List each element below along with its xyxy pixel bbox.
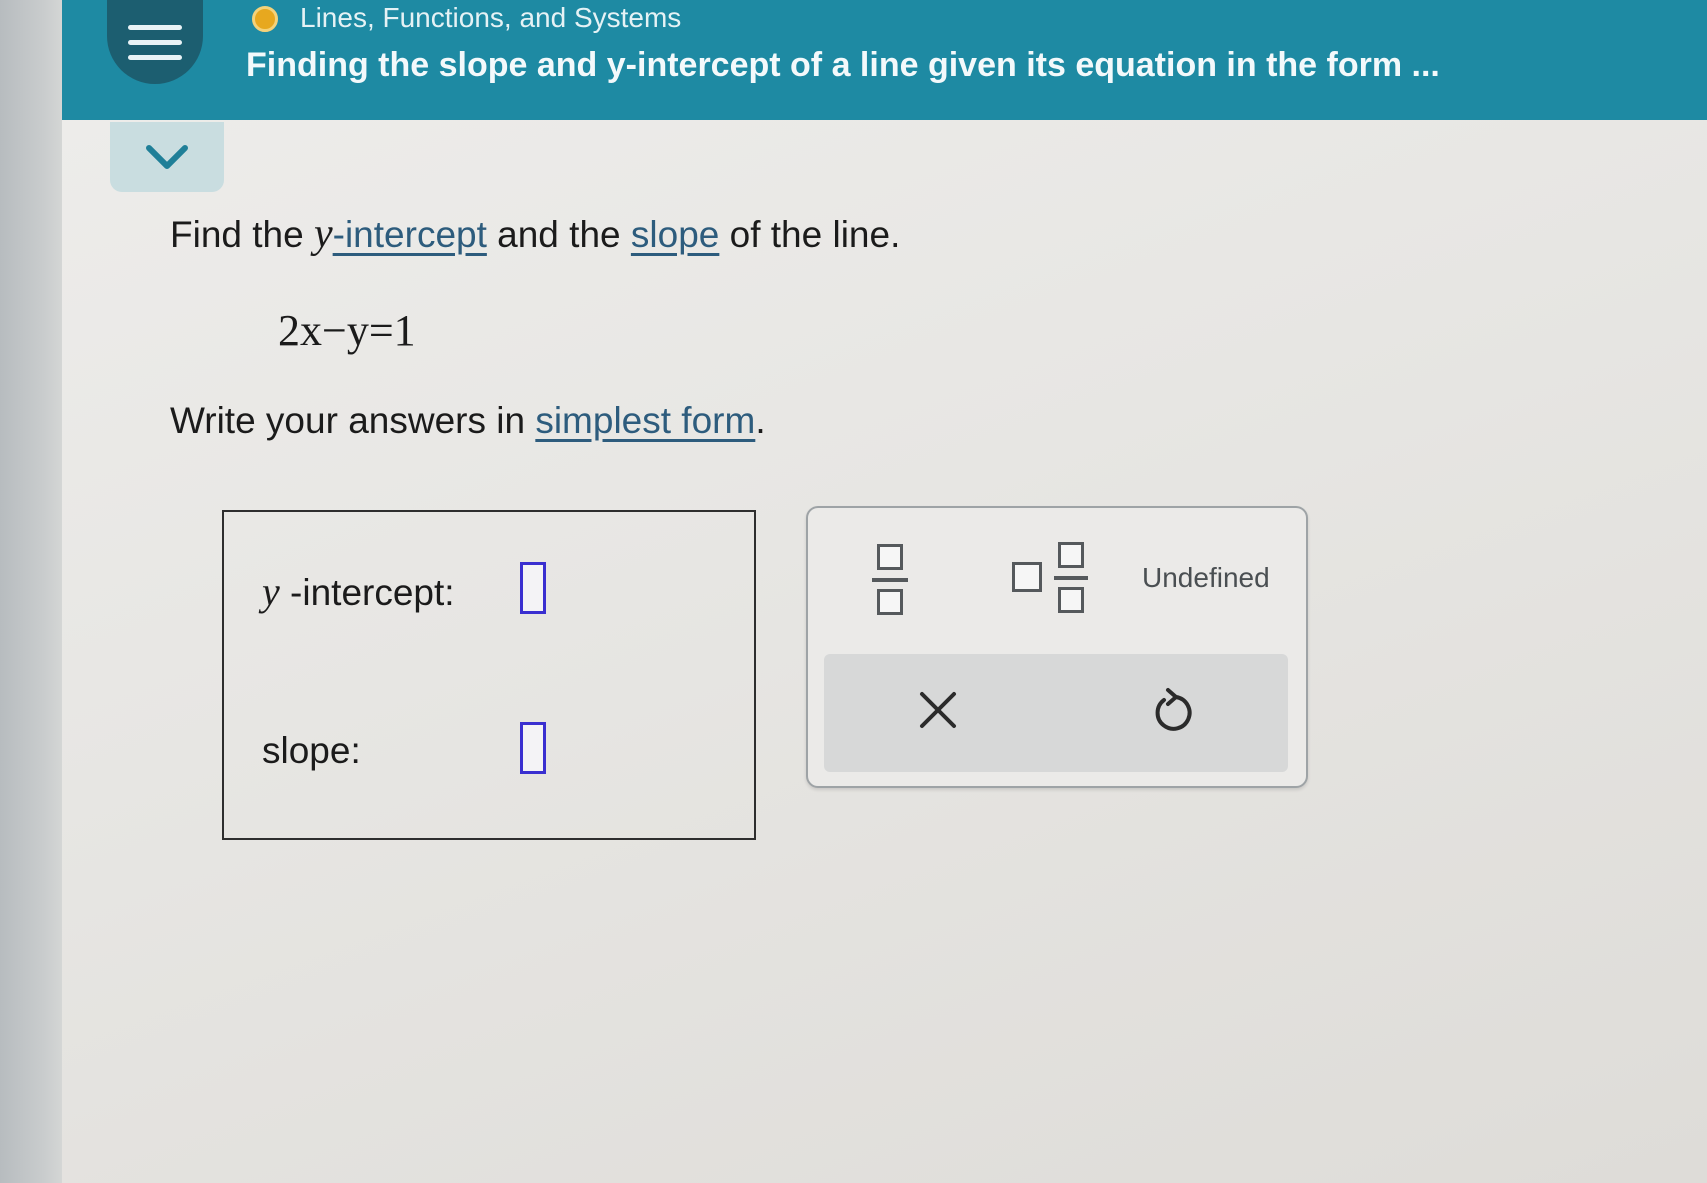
prompt-text: Find the bbox=[170, 214, 314, 255]
variable-y: y bbox=[313, 211, 333, 257]
intercept-label: y -intercept: bbox=[262, 568, 455, 615]
lesson-title: Finding the slope and y-intercept of a l… bbox=[246, 46, 1440, 84]
clear-icon bbox=[920, 692, 956, 728]
topic-title: Lines, Functions, and Systems bbox=[300, 2, 682, 33]
denominator-box bbox=[877, 589, 903, 615]
menu-icon-line bbox=[128, 39, 182, 45]
intercept-link[interactable]: -intercept bbox=[333, 214, 487, 255]
left-edge bbox=[0, 0, 62, 1183]
instruction: Write your answers in simplest form. bbox=[170, 400, 766, 442]
fraction-button[interactable] bbox=[872, 544, 908, 618]
equation: 2x−y=1 bbox=[278, 306, 416, 355]
undo-button[interactable] bbox=[1142, 680, 1202, 740]
slope-link[interactable]: slope bbox=[631, 214, 719, 255]
progress-dot-icon bbox=[252, 6, 278, 32]
slope-input[interactable] bbox=[520, 722, 546, 774]
prompt-text: and the bbox=[486, 214, 631, 255]
numerator-box bbox=[1058, 542, 1084, 568]
question-prompt: Find the y-intercept and the slope of th… bbox=[170, 210, 900, 258]
slope-label: slope: bbox=[262, 730, 361, 771]
whole-box bbox=[1012, 562, 1042, 592]
math-keypad: Undefined bbox=[806, 506, 1308, 788]
numerator-box bbox=[877, 544, 903, 570]
clear-button[interactable] bbox=[908, 680, 968, 740]
menu-icon-line bbox=[128, 54, 182, 60]
undo-icon bbox=[1155, 688, 1192, 731]
prompt-text: of the line. bbox=[719, 214, 901, 255]
answer-box: y -intercept: slope: bbox=[222, 510, 756, 840]
keypad-actions bbox=[824, 654, 1288, 772]
y-intercept-input[interactable] bbox=[520, 562, 546, 614]
denominator-box bbox=[1058, 587, 1084, 613]
instruction-text: . bbox=[755, 400, 766, 441]
variable-y: y bbox=[262, 569, 280, 614]
fraction-bar bbox=[1054, 576, 1088, 580]
mixed-number-button[interactable] bbox=[1012, 542, 1092, 616]
menu-icon-line bbox=[128, 24, 182, 30]
intercept-label-text: -intercept: bbox=[290, 572, 455, 613]
chevron-down-icon bbox=[146, 145, 188, 169]
simplest-form-link[interactable]: simplest form bbox=[535, 400, 755, 441]
collapse-button[interactable] bbox=[110, 122, 224, 192]
fraction-bar bbox=[872, 578, 908, 582]
instruction-text: Write your answers in bbox=[170, 400, 536, 441]
undefined-button[interactable]: Undefined bbox=[1142, 562, 1270, 594]
